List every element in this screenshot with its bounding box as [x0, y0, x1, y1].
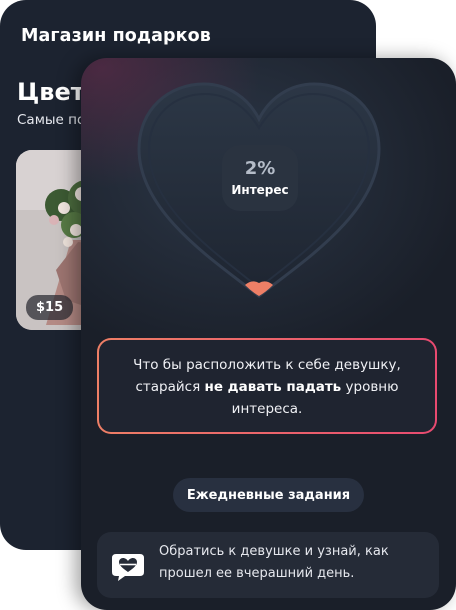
heart-fill-level [245, 281, 273, 296]
heart-chat-icon [112, 554, 144, 581]
daily-task-tip[interactable]: Обратись к девушке и узнай, как прошел е… [97, 532, 439, 598]
hint-text-bold: не давать падать [204, 379, 342, 395]
daily-tasks-button[interactable]: Ежедневные задания [173, 478, 364, 512]
interest-hint-text: Что бы расположить к себе девушку, стара… [99, 340, 435, 432]
tip-text: Обратись к девушке и узнай, как прошел е… [159, 544, 389, 581]
interest-hint: Что бы расположить к себе девушку, стара… [97, 338, 437, 434]
interest-card: 2% Интерес Что бы расположить к себе дев… [81, 58, 456, 610]
interest-indicator: 2% Интерес [222, 145, 298, 211]
shop-title: Магазин подарков [21, 26, 211, 46]
price-badge: $15 [26, 295, 74, 320]
interest-percent: 2% [244, 158, 276, 179]
interest-label: Интерес [231, 183, 289, 197]
